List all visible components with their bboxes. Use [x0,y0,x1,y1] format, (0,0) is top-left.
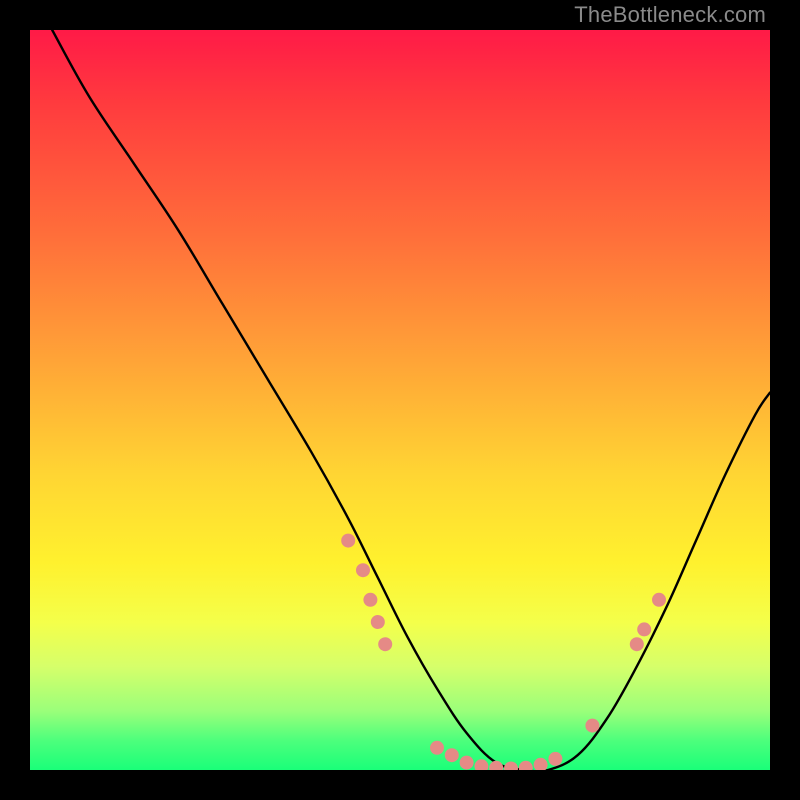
curve-marker [378,637,392,651]
curve-marker [630,637,644,651]
chart-stage: TheBottleneck.com [0,0,800,800]
curve-marker [534,758,548,770]
curve-marker [341,534,355,548]
curve-marker [460,756,474,770]
curve-marker [585,719,599,733]
curve-marker [548,752,562,766]
curve-marker [637,622,651,636]
curve-marker [445,748,459,762]
curve-marker [652,593,666,607]
bottleneck-curve [52,30,770,770]
curve-marker [371,615,385,629]
curve-marker [363,593,377,607]
curve-marker [430,741,444,755]
watermark-text: TheBottleneck.com [574,2,766,28]
curve-marker [504,762,518,771]
curve-marker [489,761,503,770]
chart-overlay [30,30,770,770]
plot-area [30,30,770,770]
curve-marker [356,563,370,577]
curve-marker-group [341,534,666,770]
curve-marker [519,761,533,770]
curve-marker [474,759,488,770]
